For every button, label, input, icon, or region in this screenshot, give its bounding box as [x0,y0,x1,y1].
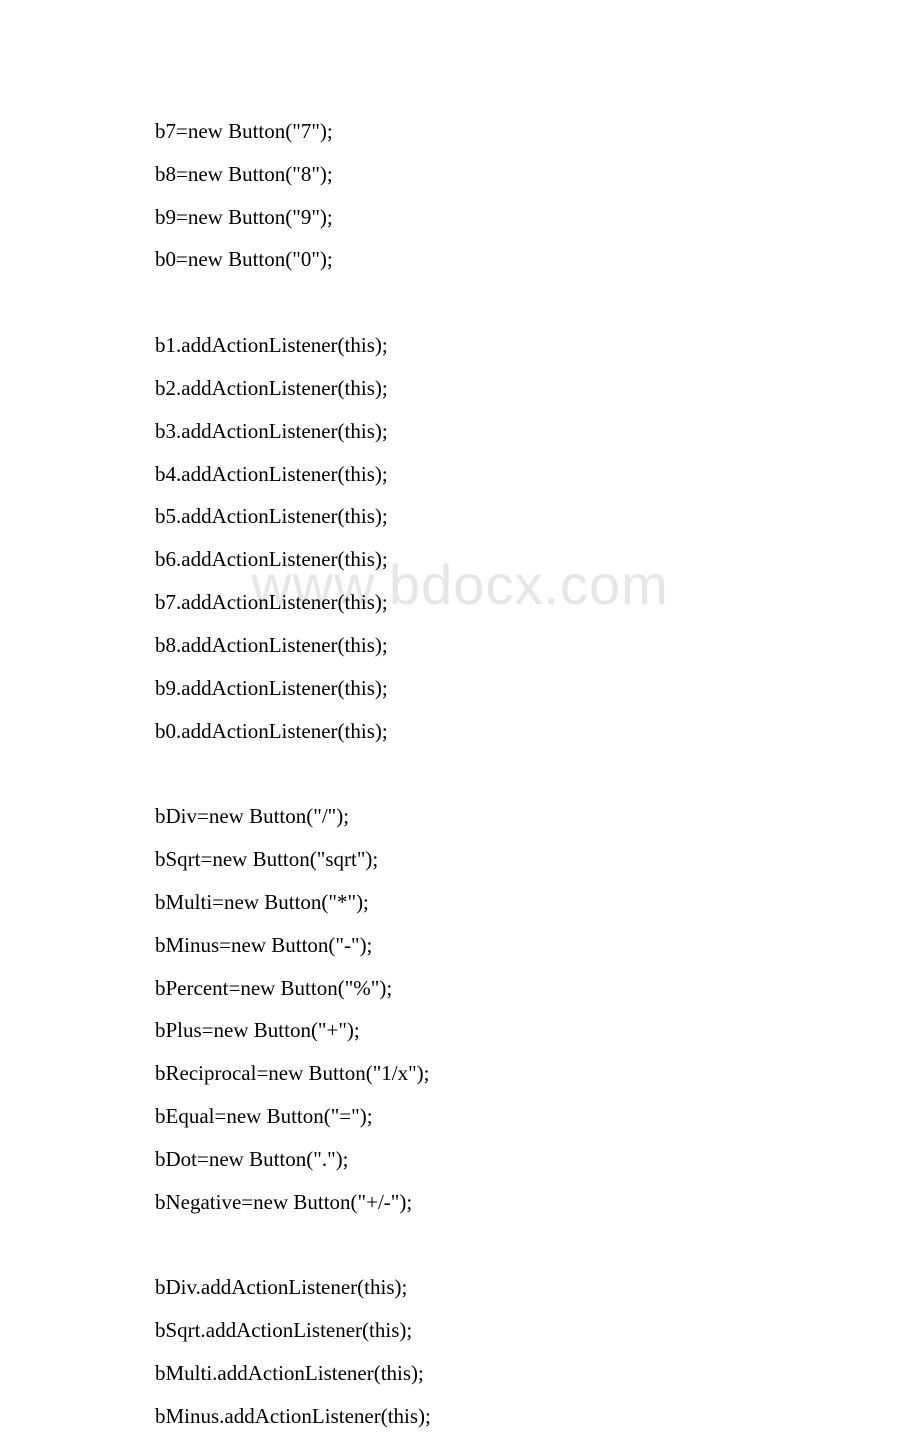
code-line: b1.addActionListener(this); [155,324,820,367]
code-line: bMinus.addActionListener(this); [155,1395,820,1438]
code-line: bDot=new Button("."); [155,1138,820,1181]
code-line: b0=new Button("0"); [155,238,820,281]
code-line: bPlus=new Button("+"); [155,1009,820,1052]
code-line: bDiv.addActionListener(this); [155,1266,820,1309]
code-line: b9.addActionListener(this); [155,667,820,710]
blank-line [155,752,820,795]
code-line: bMinus=new Button("-"); [155,924,820,967]
blank-line [155,1223,820,1266]
code-line: b7=new Button("7"); [155,110,820,153]
code-line: b4.addActionListener(this); [155,453,820,496]
code-line: bEqual=new Button("="); [155,1095,820,1138]
code-line: b3.addActionListener(this); [155,410,820,453]
code-line: b8.addActionListener(this); [155,624,820,667]
code-line: bMulti=new Button("*"); [155,881,820,924]
code-line: bDiv=new Button("/"); [155,795,820,838]
code-line: b7.addActionListener(this); [155,581,820,624]
code-line: bNegative=new Button("+/-"); [155,1181,820,1224]
code-line: b9=new Button("9"); [155,196,820,239]
code-line: b6.addActionListener(this); [155,538,820,581]
code-line: b0.addActionListener(this); [155,710,820,753]
blank-line [155,281,820,324]
code-line: bMulti.addActionListener(this); [155,1352,820,1395]
code-line: b2.addActionListener(this); [155,367,820,410]
code-line: bReciprocal=new Button("1/x"); [155,1052,820,1095]
code-line: bSqrt.addActionListener(this); [155,1309,820,1352]
code-content: b7=new Button("7"); b8=new Button("8"); … [0,0,920,1438]
code-line: b5.addActionListener(this); [155,495,820,538]
code-line: bSqrt=new Button("sqrt"); [155,838,820,881]
code-line: bPercent=new Button("%"); [155,967,820,1010]
code-line: b8=new Button("8"); [155,153,820,196]
